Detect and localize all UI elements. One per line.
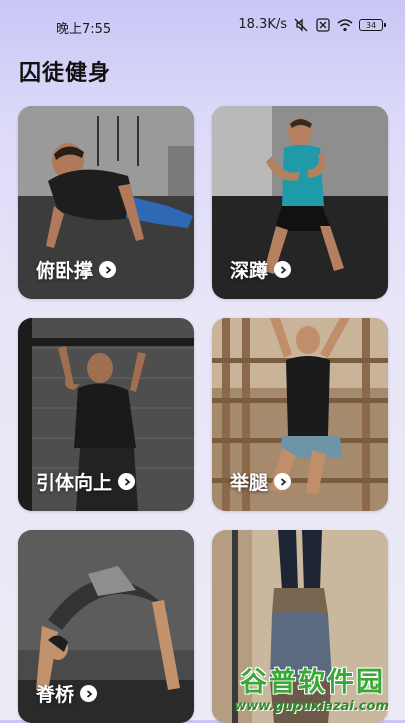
chevron-right-circle-icon — [80, 685, 98, 702]
card-label-pullup: 引体向上 — [36, 468, 136, 495]
net-speed: 18.3K/s — [238, 17, 287, 32]
exercise-card-pushup[interactable]: 俯卧撑 — [18, 106, 194, 299]
status-icons: 18.3K/s 34 — [238, 17, 386, 32]
watermark: 谷普软件园 www.gupuxiazai.com — [215, 658, 399, 718]
exercise-card-squat[interactable]: 深蹲 — [212, 106, 388, 299]
exercise-card-bridge[interactable]: 脊桥 — [18, 530, 194, 723]
card-title: 俯卧撑 — [36, 260, 94, 282]
chevron-right-circle-icon — [274, 473, 292, 490]
chevron-right-circle-icon — [274, 261, 292, 278]
watermark-title: 谷普软件园 — [240, 667, 385, 698]
card-label-bridge: 脊桥 — [36, 680, 98, 707]
card-label-legraise: 举腿 — [230, 468, 292, 495]
card-title: 引体向上 — [36, 472, 113, 494]
chevron-right-circle-icon — [118, 473, 136, 490]
card-label-pushup: 俯卧撑 — [36, 256, 117, 283]
wifi-icon — [337, 18, 353, 31]
card-title: 深蹲 — [230, 260, 269, 282]
watermark-url: www.gupuxiazai.com — [234, 699, 389, 714]
sim-icon — [316, 17, 330, 32]
chevron-right-circle-icon — [99, 261, 117, 278]
card-title: 脊桥 — [36, 684, 75, 706]
exercise-card-legraise[interactable]: 举腿 — [212, 318, 388, 511]
status-time: 晚上7:55 — [56, 22, 112, 37]
card-title: 举腿 — [230, 472, 269, 494]
card-label-squat: 深蹲 — [230, 256, 292, 283]
mute-icon — [294, 17, 308, 32]
status-bar: 晚上7:55 18.3K/s 34 — [0, 0, 405, 52]
battery-icon: 34 — [359, 18, 386, 31]
page-title: 囚徒健身 — [19, 61, 112, 86]
exercise-card-pullup[interactable]: 引体向上 — [18, 318, 194, 511]
